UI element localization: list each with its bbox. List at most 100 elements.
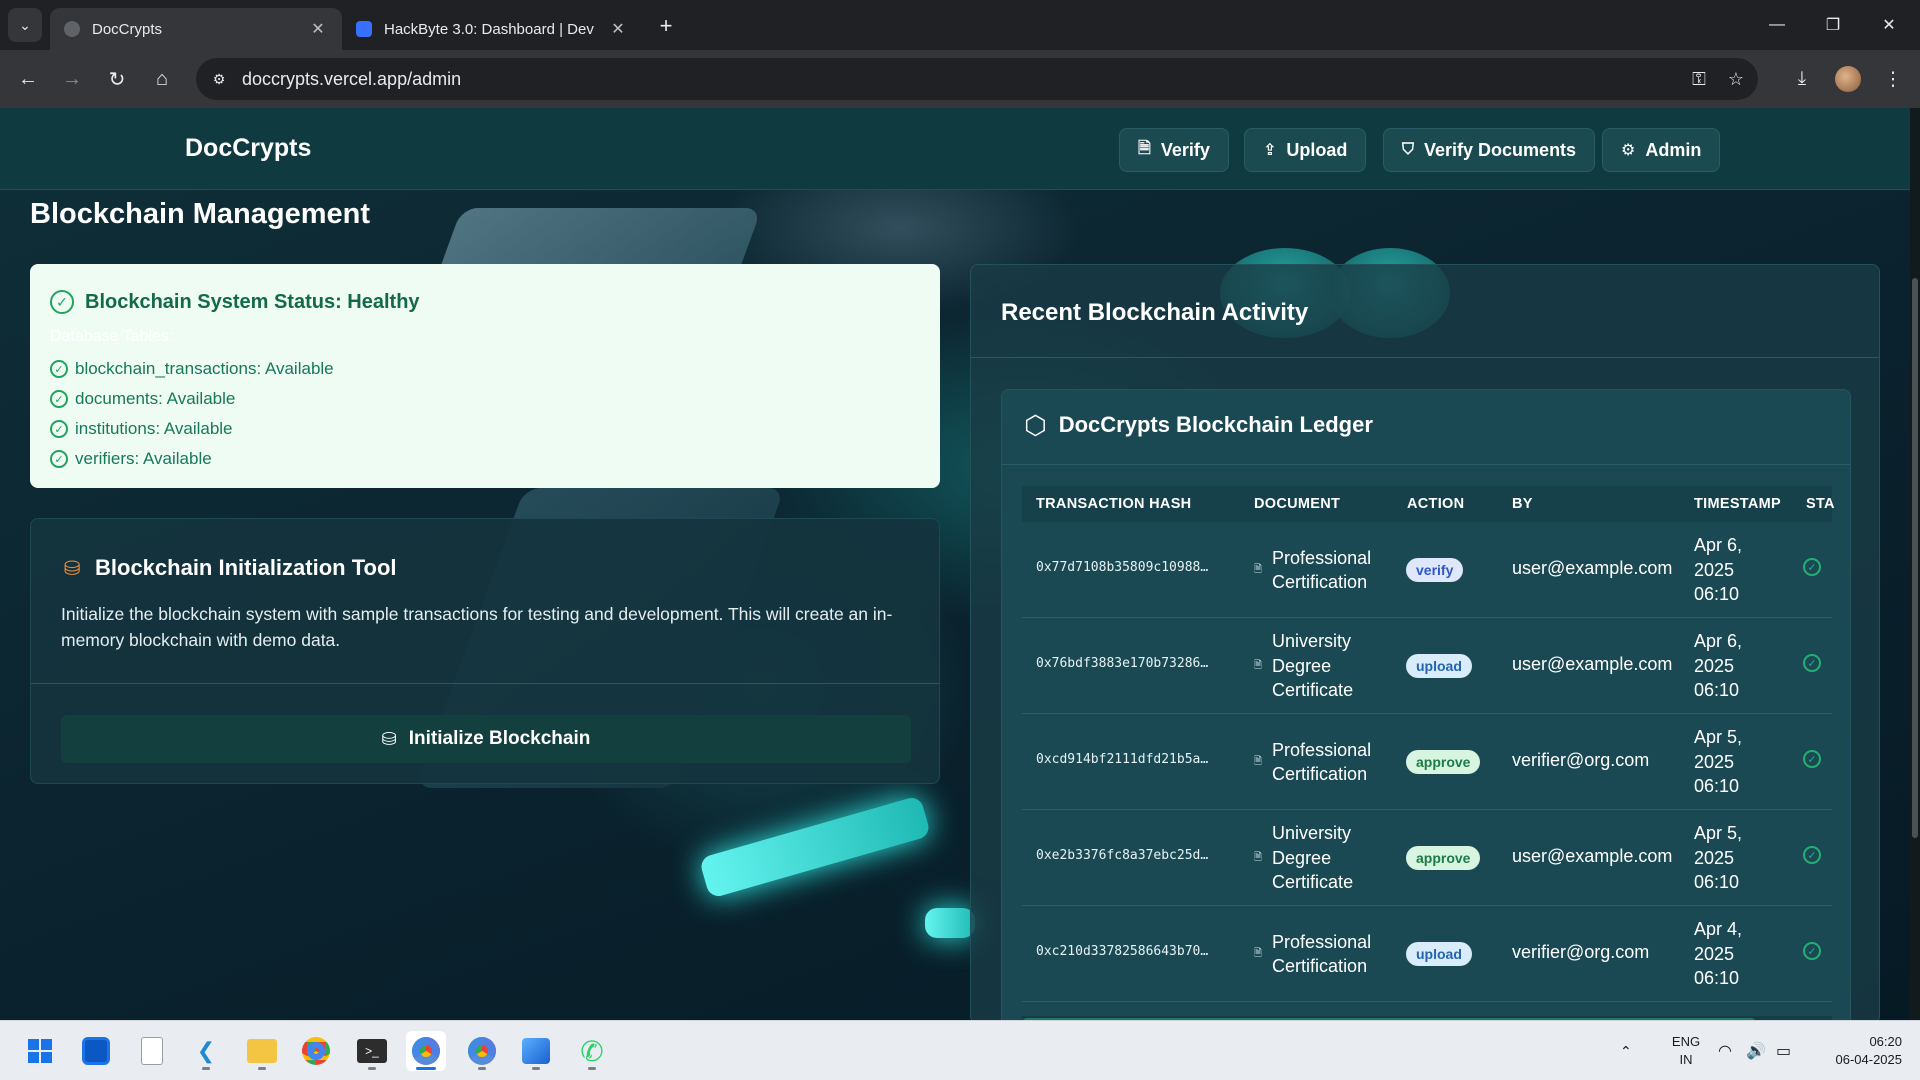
status-cell: ✓ <box>1803 654 1821 672</box>
show-hidden-icons[interactable]: ⌃ <box>1620 1021 1632 1080</box>
divider <box>971 357 1879 358</box>
running-indicator <box>202 1067 210 1070</box>
init-tool-heading: ⛁ Blockchain Initialization Tool <box>61 555 397 581</box>
transaction-hash: 0x77d7108b35809c10988… <box>1036 560 1209 575</box>
language-indicator[interactable]: ENG IN <box>1666 1033 1706 1069</box>
action-badge: approve <box>1406 750 1481 774</box>
terminal-icon[interactable]: >_ <box>352 1031 392 1071</box>
search-icon[interactable] <box>76 1031 116 1071</box>
site-settings-icon[interactable]: ⚙ <box>206 66 232 92</box>
home-icon[interactable]: ⌂ <box>146 63 178 95</box>
battery-icon[interactable]: ▭ <box>1776 1021 1791 1080</box>
close-tab-icon[interactable]: ✕ <box>608 19 628 39</box>
status-cell: ✓ <box>1803 942 1821 960</box>
action-badge: upload <box>1406 654 1472 678</box>
clock-date: 06-04-2025 <box>1835 1052 1903 1067</box>
timestamp: Apr 5, 2025 06:10 <box>1694 823 1743 893</box>
tab-doccrypts[interactable]: DocCrypts ✕ <box>50 8 342 50</box>
document-cell: 🗎 University Degree Certificate <box>1254 618 1384 714</box>
document-name: Professional Certification <box>1272 931 1372 977</box>
page-title: Blockchain Management <box>30 198 371 230</box>
profile-avatar[interactable] <box>1835 66 1861 92</box>
table-row: 0xcd914bf2111dfd21b5a… 🗎 Professional Cer… <box>1022 714 1832 810</box>
document-name: Professional Certification <box>1272 739 1372 785</box>
close-window-icon[interactable]: ✕ <box>1866 10 1912 40</box>
minimize-icon[interactable]: — <box>1754 10 1800 40</box>
init-tool-heading-text: Blockchain Initialization Tool <box>95 555 397 580</box>
check-circle-icon: ✓ <box>50 450 68 468</box>
close-tab-icon[interactable]: ✕ <box>308 19 328 39</box>
table-row: 0xc210d33782586643b70… 🗎 Professional Cer… <box>1022 906 1832 1002</box>
site-navbar: DocCrypts 🗎 Verify ⇪ Upload ⛉ Verify Doc… <box>0 108 1910 190</box>
status-cell: ✓ <box>1803 750 1821 768</box>
restore-icon[interactable]: ❐ <box>1810 10 1856 40</box>
page-scrollbar[interactable] <box>1910 108 1920 1020</box>
wifi-icon[interactable]: ◠ <box>1718 1021 1732 1080</box>
vscode-icon[interactable]: ❮ <box>186 1031 226 1071</box>
password-key-icon[interactable]: ⚿ <box>1686 66 1712 92</box>
bookmark-star-icon[interactable]: ☆ <box>1723 66 1749 92</box>
nav-upload-label: Upload <box>1286 139 1348 160</box>
table-row: 0x77d7108b35809c10988… 🗎 Professional Cer… <box>1022 522 1832 618</box>
new-tab-icon[interactable]: + <box>652 12 680 40</box>
tab-hackbyte[interactable]: HackByte 3.0: Dashboard | Dev ✕ <box>342 8 642 50</box>
nav-upload-button[interactable]: ⇪ Upload <box>1244 128 1367 172</box>
volume-icon[interactable]: 🔊 <box>1746 1021 1766 1080</box>
running-indicator <box>588 1067 596 1070</box>
divider <box>31 683 939 684</box>
ledger-heading: ⬡ DocCrypts Blockchain Ledger <box>1024 412 1373 438</box>
address-bar[interactable]: ⚙ doccrypts.vercel.app/admin ⚿ ☆ <box>196 58 1758 100</box>
check-circle-icon: ✓ <box>1803 558 1821 576</box>
document-cell: 🗎 University Degree Certificate <box>1254 810 1384 906</box>
nav-verify-button[interactable]: 🗎 Verify <box>1119 128 1229 172</box>
status-cell: ✓ <box>1803 846 1821 864</box>
table-status-text: institutions: Available <box>75 419 233 438</box>
nav-verify-label: Verify <box>1160 139 1210 160</box>
file-check-icon: 🗎 <box>1138 139 1151 157</box>
chrome-icon[interactable] <box>296 1031 336 1071</box>
nav-verify-documents-button[interactable]: ⛉ Verify Documents <box>1383 128 1596 172</box>
upload-icon: ⇪ <box>1263 142 1277 159</box>
running-indicator <box>478 1067 486 1070</box>
scrollbar-thumb[interactable] <box>1912 278 1918 838</box>
os-taskbar: ❮ >_ ✆ ⌃ ENG IN ◠ 🔊 ▭ 06:20 06-04-2025 <box>0 1020 1920 1080</box>
chrome-profile-icon[interactable] <box>462 1031 502 1071</box>
initialize-blockchain-label: Initialize Blockchain <box>408 728 591 749</box>
document-cell: 🗎 Professional Certification <box>1254 522 1384 618</box>
action-badge: approve <box>1406 846 1481 870</box>
chrome-active-icon[interactable] <box>406 1031 446 1071</box>
file-icon: 🗎 <box>1254 755 1263 767</box>
start-menu-icon[interactable] <box>20 1031 60 1071</box>
tab-search-icon[interactable]: ⌄ <box>8 8 42 42</box>
status-cell: ✓ <box>1803 558 1821 576</box>
blockchain-ledger: ⬡ DocCrypts Blockchain Ledger TRANSACTIO… <box>1001 389 1851 1020</box>
action-cell: upload <box>1406 618 1472 714</box>
table-header: TRANSACTION HASH DOCUMENT ACTION BY TIME… <box>1022 486 1835 522</box>
file-icon: 🗎 <box>1254 947 1263 959</box>
reload-icon[interactable]: ↻ <box>101 63 133 95</box>
forward-icon[interactable]: → <box>56 63 88 95</box>
nav-admin-button[interactable]: ⚙ Admin <box>1602 128 1721 172</box>
check-circle-icon: ✓ <box>1803 942 1821 960</box>
brand-logo[interactable]: DocCrypts <box>185 134 311 163</box>
file-explorer-icon[interactable] <box>242 1031 282 1071</box>
menu-icon[interactable]: ⋮ <box>1877 63 1909 95</box>
download-icon[interactable]: ⤓ <box>1786 63 1818 95</box>
initialize-blockchain-button[interactable]: ⛁ Initialize Blockchain <box>61 715 911 763</box>
actor-email: user@example.com <box>1512 846 1673 866</box>
url-text: doccrypts.vercel.app/admin <box>242 69 462 89</box>
browser-toolbar: ← → ↻ ⌂ ⚙ doccrypts.vercel.app/admin ⚿ ☆… <box>0 50 1920 108</box>
notepad-icon[interactable] <box>132 1031 172 1071</box>
clock-time: 06:20 <box>1869 1034 1902 1049</box>
nav-admin-label: Admin <box>1645 139 1702 160</box>
column-header-status: STA <box>1806 496 1835 512</box>
timestamp: Apr 6, 2025 06:10 <box>1694 631 1743 701</box>
photos-icon[interactable] <box>516 1031 556 1071</box>
action-cell: verify <box>1406 522 1464 618</box>
action-badge: upload <box>1406 942 1472 966</box>
actor-email: verifier@org.com <box>1512 750 1650 770</box>
transaction-hash: 0x76bdf3883e170b73286… <box>1036 656 1209 671</box>
system-clock[interactable]: 06:20 06-04-2025 <box>1812 1033 1903 1069</box>
back-icon[interactable]: ← <box>12 63 44 95</box>
whatsapp-icon[interactable]: ✆ <box>572 1031 612 1071</box>
